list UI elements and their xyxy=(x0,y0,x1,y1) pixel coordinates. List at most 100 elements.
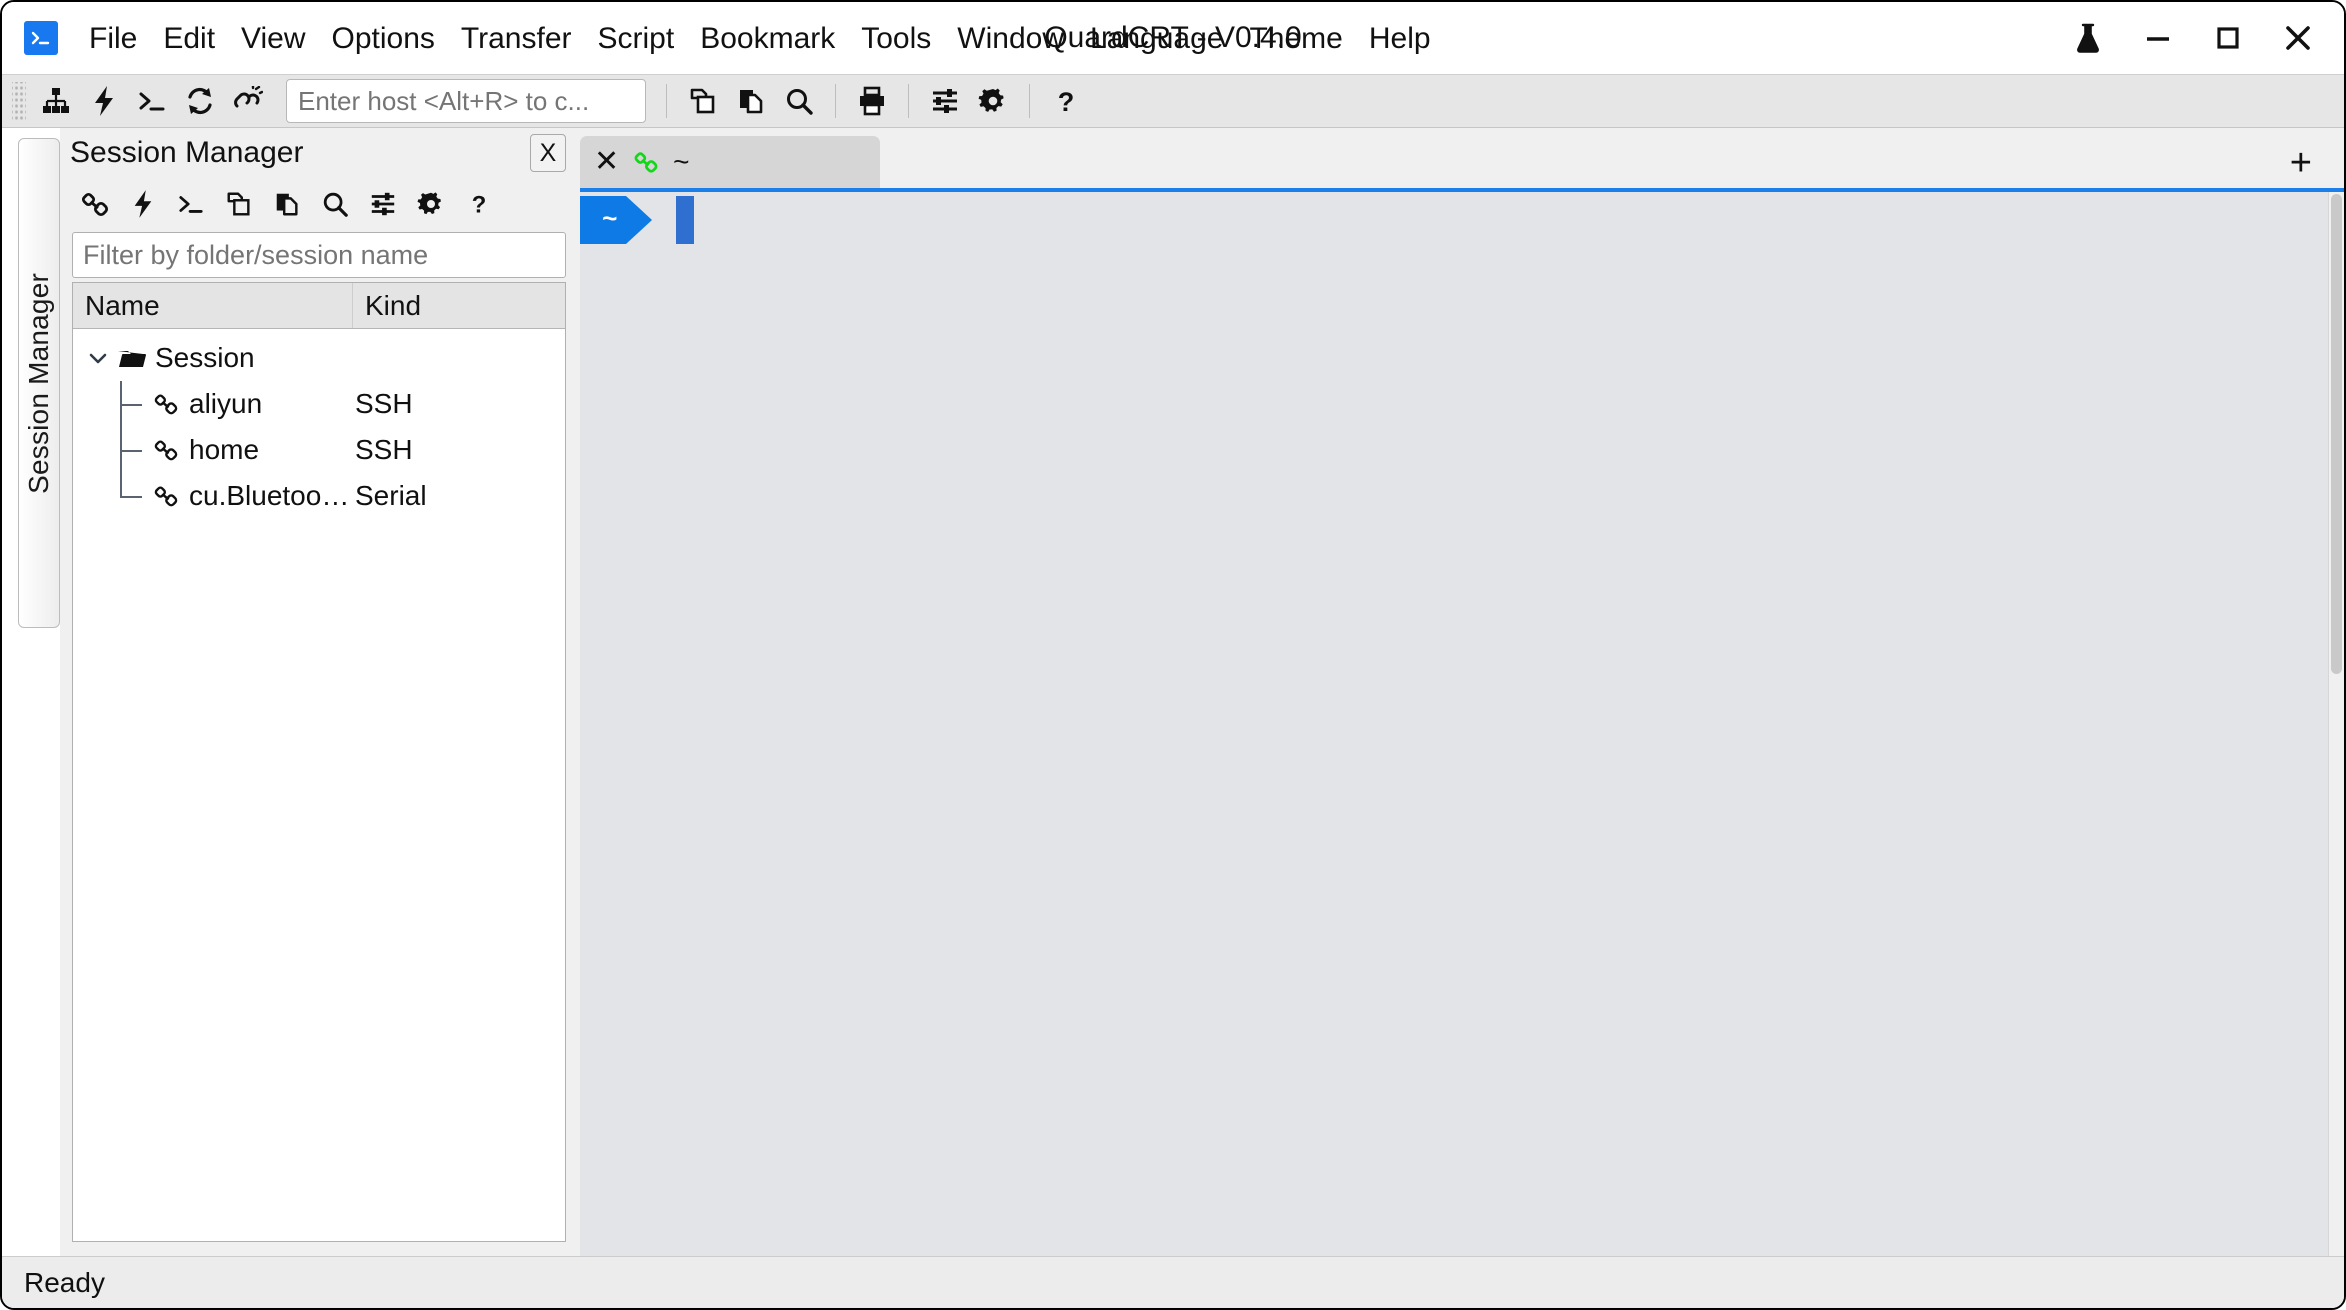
prompt-path-segment: ~ xyxy=(580,196,626,244)
folder-icon xyxy=(115,346,149,370)
svg-text:?: ? xyxy=(1058,87,1075,116)
flask-icon[interactable] xyxy=(2068,18,2108,58)
connect-link-icon[interactable] xyxy=(72,183,118,225)
application-window: File Edit View Options Transfer Script B… xyxy=(0,0,2346,1310)
terminal-tab-bar: ✕ ~ + xyxy=(580,136,2344,188)
help-icon[interactable]: ? xyxy=(456,183,502,225)
paste-icon[interactable] xyxy=(264,183,310,225)
session-link-icon xyxy=(149,483,183,509)
print-icon[interactable] xyxy=(848,79,896,123)
session-tree: Name Kind xyxy=(72,282,566,1242)
status-text: Ready xyxy=(24,1267,105,1299)
session-manager-title: Session Manager xyxy=(70,136,530,170)
chevron-down-icon[interactable] xyxy=(81,346,115,370)
toolbar-separator xyxy=(908,84,909,118)
session-manager-toolbar: ? xyxy=(60,178,580,230)
dock-tab-session-manager[interactable]: Session Manager xyxy=(18,138,60,628)
prompt-arrow-icon xyxy=(626,196,652,244)
tree-node-label: Session xyxy=(149,342,255,374)
terminal-screen[interactable]: ~ xyxy=(580,188,2344,1256)
window-controls xyxy=(2068,18,2318,58)
settings-sliders-icon[interactable] xyxy=(360,183,406,225)
terminal-tab[interactable]: ✕ ~ xyxy=(580,136,880,188)
tree-row-session-home[interactable]: home SSH xyxy=(73,427,565,473)
menu-item-edit[interactable]: Edit xyxy=(150,18,228,59)
close-icon[interactable] xyxy=(2278,18,2318,58)
session-link-icon xyxy=(149,391,183,417)
session-manager-close-button[interactable]: X xyxy=(530,134,566,172)
terminal-app-icon xyxy=(24,21,58,55)
terminal-prompt-line: ~ xyxy=(580,196,2344,244)
session-manager-panel: Session Manager X xyxy=(60,128,580,1256)
session-manager-icon[interactable] xyxy=(32,79,80,123)
new-tab-button[interactable]: + xyxy=(2280,144,2322,188)
quick-connect-icon[interactable] xyxy=(80,79,128,123)
copy-icon[interactable] xyxy=(679,79,727,123)
quick-connect-icon[interactable] xyxy=(120,183,166,225)
tree-branch-line xyxy=(115,427,149,473)
gear-icon[interactable] xyxy=(408,183,454,225)
maximize-icon[interactable] xyxy=(2208,18,2248,58)
menu-item-theme[interactable]: Theme xyxy=(1236,18,1355,59)
gear-icon[interactable] xyxy=(969,79,1017,123)
tab-close-icon[interactable]: ✕ xyxy=(594,147,619,177)
tree-node-label: cu.Bluetooth... xyxy=(183,480,353,512)
local-shell-icon[interactable] xyxy=(128,79,176,123)
reconnect-icon[interactable] xyxy=(176,79,224,123)
dock-tab-label: Session Manager xyxy=(23,273,55,494)
paste-icon[interactable] xyxy=(727,79,775,123)
help-icon[interactable]: ? xyxy=(1042,79,1090,123)
tree-row-folder[interactable]: Session xyxy=(73,335,565,381)
left-dock-rail: Session Manager xyxy=(2,128,60,1256)
terminal-area: ✕ ~ + ~ xyxy=(580,128,2344,1256)
menu-item-tools[interactable]: Tools xyxy=(848,18,944,59)
tree-node-label: aliyun xyxy=(183,388,262,420)
session-filter-input[interactable] xyxy=(72,232,566,278)
host-input[interactable] xyxy=(286,79,646,123)
settings-sliders-icon[interactable] xyxy=(921,79,969,123)
copy-icon[interactable] xyxy=(216,183,262,225)
disconnect-icon[interactable] xyxy=(224,79,272,123)
menu-item-bookmark[interactable]: Bookmark xyxy=(687,18,848,59)
session-link-icon xyxy=(149,437,183,463)
menu-item-language[interactable]: Language xyxy=(1077,18,1236,59)
menu-bar: File Edit View Options Transfer Script B… xyxy=(76,18,1444,59)
menu-item-transfer[interactable]: Transfer xyxy=(448,18,585,59)
find-icon[interactable] xyxy=(775,79,823,123)
connected-link-icon xyxy=(633,149,659,175)
minimize-icon[interactable] xyxy=(2138,18,2178,58)
workspace: Session Manager Session Manager X xyxy=(2,128,2344,1256)
menu-item-script[interactable]: Script xyxy=(585,18,688,59)
session-tree-header: Name Kind xyxy=(73,283,565,329)
tab-label: ~ xyxy=(673,146,689,178)
find-icon[interactable] xyxy=(312,183,358,225)
tree-row-session-bluetooth[interactable]: cu.Bluetooth... Serial xyxy=(73,473,565,519)
scrollbar-thumb[interactable] xyxy=(2331,194,2342,674)
menu-item-options[interactable]: Options xyxy=(319,18,448,59)
toolbar-separator xyxy=(835,84,836,118)
main-toolbar: ? xyxy=(2,74,2344,128)
toolbar-drag-handle[interactable] xyxy=(12,82,26,120)
title-bar: File Edit View Options Transfer Script B… xyxy=(2,2,2344,74)
session-manager-header: Session Manager X xyxy=(60,128,580,178)
column-header-name[interactable]: Name xyxy=(73,283,353,328)
tree-node-label: home xyxy=(183,434,259,466)
column-header-kind[interactable]: Kind xyxy=(353,283,565,328)
tree-node-kind: SSH xyxy=(353,388,565,420)
tree-node-kind: Serial xyxy=(353,480,565,512)
session-tree-body: Session xyxy=(73,329,565,1241)
menu-item-file[interactable]: File xyxy=(76,18,150,59)
toolbar-separator xyxy=(666,84,667,118)
terminal-cursor xyxy=(676,196,694,244)
local-shell-icon[interactable] xyxy=(168,183,214,225)
status-bar: Ready xyxy=(2,1256,2344,1308)
tree-branch-line xyxy=(115,381,149,427)
tree-node-kind: SSH xyxy=(353,434,565,466)
tree-branch-line xyxy=(115,473,149,519)
menu-item-view[interactable]: View xyxy=(228,18,318,59)
menu-item-window[interactable]: Window xyxy=(944,18,1077,59)
terminal-scrollbar[interactable] xyxy=(2328,192,2344,1256)
menu-item-help[interactable]: Help xyxy=(1356,18,1444,59)
svg-text:?: ? xyxy=(472,191,487,218)
tree-row-session-aliyun[interactable]: aliyun SSH xyxy=(73,381,565,427)
